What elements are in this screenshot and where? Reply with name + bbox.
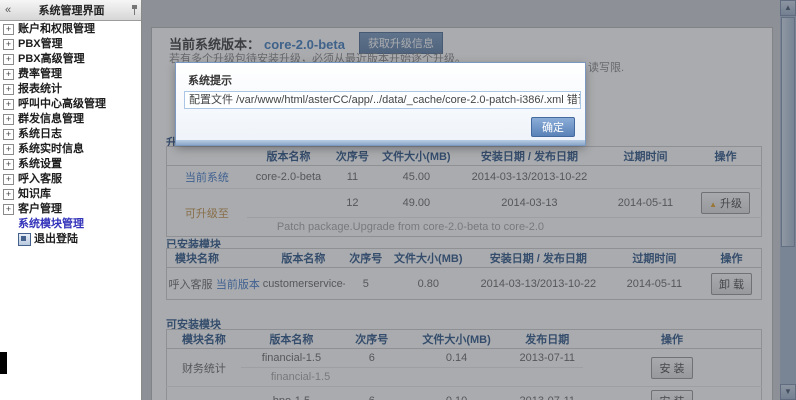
sidebar-item-label: 费率管理	[18, 67, 62, 82]
app-window: « 系统管理界面 + 账户和权限管理 + PBX管理 + PBX高级管理 + 费…	[0, 0, 796, 400]
dialog-bottom-strip	[176, 140, 585, 145]
modal-dim-overlay	[142, 0, 796, 400]
expand-plus-icon[interactable]: +	[3, 84, 14, 95]
expand-plus-icon[interactable]: +	[3, 114, 14, 125]
sidebar-item-knowledgebase[interactable]: + 知识库	[0, 187, 141, 202]
sidebar-item-syslog[interactable]: + 系统日志	[0, 127, 141, 142]
collapse-sidebar-icon[interactable]: «	[0, 4, 16, 16]
sidebar-item-label: PBX管理	[18, 37, 63, 52]
sidebar-item-settings[interactable]: + 系统设置	[0, 157, 141, 172]
sidebar-item-label: PBX高级管理	[18, 52, 85, 67]
sidebar-item-label: 知识库	[18, 187, 51, 202]
sidebar-item-label: 报表统计	[18, 82, 62, 97]
sidebar-item-label: 群发信息管理	[18, 112, 84, 127]
sidebar-item-label: 账户和权限管理	[18, 22, 95, 37]
screen-artifact	[0, 352, 7, 374]
sidebar-item-label: 系统设置	[18, 157, 62, 172]
sidebar-item-label: 呼叫中心高级管理	[18, 97, 106, 112]
sidebar-item-label: 系统实时信息	[18, 142, 84, 157]
sidebar: « 系统管理界面 + 账户和权限管理 + PBX管理 + PBX高级管理 + 费…	[0, 0, 142, 400]
expand-plus-icon[interactable]: +	[3, 69, 14, 80]
expand-plus-icon[interactable]: +	[3, 204, 14, 215]
sidebar-item-customers[interactable]: + 客户管理	[0, 202, 141, 217]
system-prompt-dialog: 系统提示 配置文件 /var/www/html/asterCC/app/../d…	[176, 63, 585, 145]
expand-plus-icon[interactable]: +	[3, 54, 14, 65]
sidebar-item-broadcast[interactable]: + 群发信息管理	[0, 112, 141, 127]
expand-plus-icon[interactable]: +	[3, 159, 14, 170]
sidebar-item-label: 系统日志	[18, 127, 62, 142]
sidebar-header: « 系统管理界面	[0, 0, 141, 21]
pin-icon[interactable]	[127, 4, 141, 16]
expand-plus-icon[interactable]: +	[3, 39, 14, 50]
logout-icon	[18, 233, 31, 246]
expand-plus-icon[interactable]: +	[3, 129, 14, 140]
sidebar-item-logout[interactable]: 退出登陆	[0, 232, 141, 247]
sidebar-item-realtime[interactable]: + 系统实时信息	[0, 142, 141, 157]
sidebar-title: 系统管理界面	[16, 2, 127, 18]
dialog-title: 系统提示	[188, 72, 232, 88]
expand-plus-icon[interactable]: +	[3, 24, 14, 35]
sidebar-item-module-manage[interactable]: 系统模块管理	[0, 217, 141, 232]
dialog-message: 配置文件 /var/www/html/asterCC/app/../data/_…	[184, 91, 581, 109]
sidebar-item-callcenter[interactable]: + 呼叫中心高级管理	[0, 97, 141, 112]
sidebar-item-pbx-advanced[interactable]: + PBX高级管理	[0, 52, 141, 67]
sidebar-item-label: 退出登陆	[34, 232, 78, 247]
sidebar-menu: + 账户和权限管理 + PBX管理 + PBX高级管理 + 费率管理 + 报表统…	[0, 22, 141, 247]
sidebar-item-reports[interactable]: + 报表统计	[0, 82, 141, 97]
sidebar-item-label: 系统模块管理	[18, 217, 84, 232]
sidebar-item-pbx[interactable]: + PBX管理	[0, 37, 141, 52]
sidebar-item-inbound-service[interactable]: + 呼入客服	[0, 172, 141, 187]
sidebar-item-label: 呼入客服	[18, 172, 62, 187]
ok-button[interactable]: 确定	[531, 117, 575, 137]
expand-plus-icon[interactable]: +	[3, 99, 14, 110]
expand-plus-icon[interactable]: +	[3, 189, 14, 200]
expand-plus-icon[interactable]: +	[3, 144, 14, 155]
expand-plus-icon[interactable]: +	[3, 174, 14, 185]
sidebar-item-label: 客户管理	[18, 202, 62, 217]
sidebar-item-accounts[interactable]: + 账户和权限管理	[0, 22, 141, 37]
sidebar-item-rates[interactable]: + 费率管理	[0, 67, 141, 82]
